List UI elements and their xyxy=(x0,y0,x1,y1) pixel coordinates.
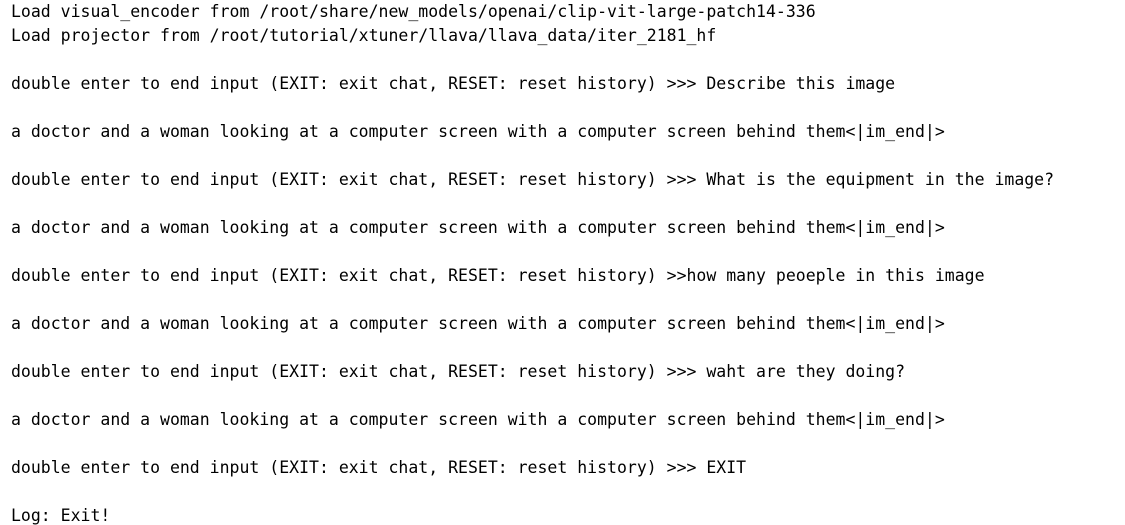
prompt-line: double enter to end input (EXIT: exit ch… xyxy=(11,362,906,381)
response-line: a doctor and a woman looking at a comput… xyxy=(11,122,945,141)
response-line: a doctor and a woman looking at a comput… xyxy=(11,410,945,429)
prompt-line: double enter to end input (EXIT: exit ch… xyxy=(11,74,896,93)
log-line-exit: Log: Exit! xyxy=(11,506,111,525)
terminal-output: Load visual_encoder from /root/share/new… xyxy=(0,0,1125,525)
log-line-load-visual-encoder: Load visual_encoder from /root/share/new… xyxy=(11,2,816,21)
response-line: a doctor and a woman looking at a comput… xyxy=(11,314,945,333)
prompt-line: double enter to end input (EXIT: exit ch… xyxy=(11,458,747,477)
prompt-line: double enter to end input (EXIT: exit ch… xyxy=(11,266,985,285)
log-line-load-projector: Load projector from /root/tutorial/xtune… xyxy=(11,26,717,45)
response-line: a doctor and a woman looking at a comput… xyxy=(11,218,945,237)
prompt-line: double enter to end input (EXIT: exit ch… xyxy=(11,170,1055,189)
